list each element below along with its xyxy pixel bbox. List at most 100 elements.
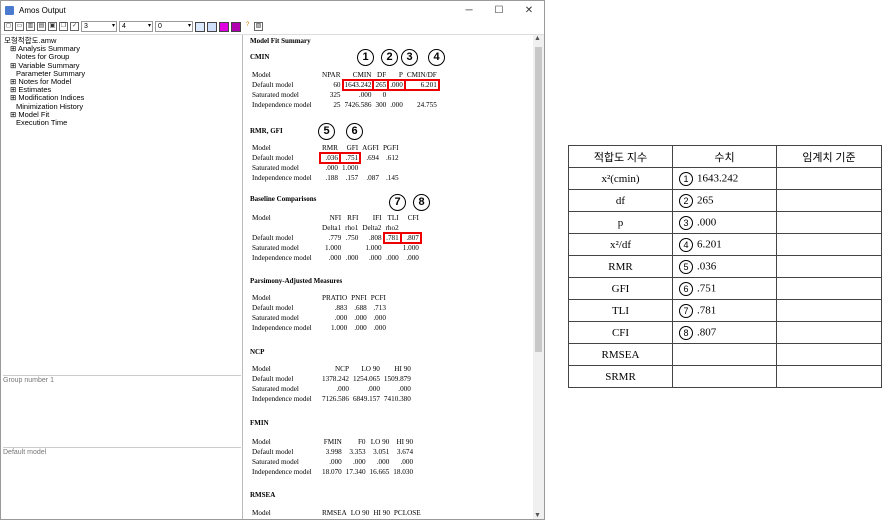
table-cell: .145	[385, 174, 399, 182]
table-cell: LO 90	[350, 509, 370, 517]
table-row: Model RMSEA LO 90 HI 90 PCLOSE	[250, 508, 423, 518]
table-view-icon[interactable]	[195, 21, 205, 32]
table-cell: 7426.586	[344, 101, 372, 109]
table-cell: HI 90	[396, 438, 414, 446]
table-cell: IFI	[372, 214, 382, 222]
table-cell: rho2	[385, 224, 399, 232]
table-cell: Independence model	[252, 174, 312, 182]
table-cell	[776, 233, 882, 256]
scroll-thumb[interactable]	[535, 47, 542, 352]
table-cell: P	[398, 71, 403, 79]
table-cell: LO 90	[361, 365, 380, 373]
table-row: Default model 60 1643.242 265.000 6.201	[250, 79, 440, 91]
table-row: Independence model 1.000 .000 .000	[250, 323, 388, 333]
table-cell: 3.051	[373, 448, 390, 456]
table-cell: CFI	[568, 321, 673, 344]
ncp-heading: NCP	[250, 348, 265, 356]
print-icon[interactable]: ▭	[15, 22, 24, 31]
table-cell: 1254.065	[352, 375, 380, 383]
scroll-up-icon[interactable]: ▲	[534, 35, 541, 42]
table-cell: Saturated model	[252, 164, 299, 172]
output-scrollbar[interactable]: ▲ ▼	[533, 35, 544, 519]
color2-icon[interactable]	[231, 21, 241, 32]
open-icon[interactable]: ▤	[37, 22, 46, 31]
table-row: Default model .036.751 .694 .612	[250, 152, 401, 164]
table-cell: Default model	[252, 304, 294, 312]
table-cell: p	[568, 211, 673, 234]
help-icon[interactable]: ?	[243, 22, 252, 31]
table-cell: Model	[252, 438, 271, 446]
table-cell	[401, 223, 421, 233]
model-pane-label[interactable]: Default model	[3, 447, 241, 456]
spacing-select[interactable]: 0 ▾	[155, 21, 193, 32]
table-cell: 3.353	[349, 448, 366, 456]
summary-row: SRMR	[568, 365, 882, 388]
book-icon[interactable]: ▥	[26, 22, 35, 31]
table-row: Model FMIN F0 LO 90 HI 90	[250, 437, 415, 447]
table-row: Default model .883 .688 .713	[250, 303, 388, 313]
close-button[interactable]: ✕	[514, 5, 544, 16]
table-row: Independence model 7126.586 6849.157 7410.3…	[250, 394, 413, 404]
tli-value: .781	[382, 232, 402, 244]
table-cell: .188	[325, 174, 338, 182]
summary-row: TLI 7 .781	[568, 299, 882, 322]
table-cell: .000	[390, 101, 403, 109]
table-cell: RMSEA	[568, 343, 673, 366]
table-cell	[776, 299, 882, 322]
table-row: Independence model 25 7426.586 300.000 24.75…	[250, 100, 439, 110]
table-cell	[250, 223, 320, 233]
maximize-button[interactable]: ☐	[484, 5, 514, 16]
marker-3: 3	[401, 49, 418, 66]
options-icon[interactable]: ✓	[70, 22, 79, 31]
table-cell: 5 .036	[672, 255, 777, 278]
table-cell: Default model	[252, 81, 294, 89]
minimize-button[interactable]: ─	[454, 5, 484, 16]
table-cell: .000	[373, 314, 386, 322]
table-cell: 6849.157	[352, 395, 380, 403]
table-cell: 8 .807	[672, 321, 777, 344]
table-cell: NPAR	[322, 71, 341, 79]
p-value: .000	[387, 79, 406, 91]
cfi-value: .807	[399, 232, 422, 244]
table-cell	[384, 243, 401, 253]
export-icon[interactable]: ▧	[254, 22, 263, 31]
table-row: Model RMR GFI AGFI PGFI	[250, 143, 401, 153]
group-pane-label[interactable]: Group number 1	[3, 375, 241, 384]
table-row: Saturated model 1.000 1.000 1.000	[250, 243, 421, 253]
table-cell: .000	[354, 314, 367, 322]
tree-item[interactable]: Execution Time	[4, 118, 242, 127]
preview-icon[interactable]: ◻	[4, 22, 13, 31]
summary-row: x²(cmin) 1 1643.242	[568, 167, 882, 190]
table-cell: 1378.242	[322, 375, 349, 383]
table-cell: PNFI	[351, 294, 367, 302]
output-tree: 모형적합도.amw ⊞ Analysis Summary Notes for G…	[1, 35, 242, 127]
summary-row: p 3 .000	[568, 211, 882, 234]
text-view-icon[interactable]	[207, 21, 217, 32]
columns-select[interactable]: 4 ▾	[119, 21, 153, 32]
table-cell: .000	[697, 216, 717, 229]
summary-row: x²/df 4 6.201	[568, 233, 882, 256]
table-cell: .000	[336, 385, 349, 393]
table-cell: .000	[398, 385, 411, 393]
decimals-select[interactable]: 3 ▾	[81, 21, 117, 32]
table-cell: .000	[386, 254, 399, 262]
gfi-value: .751	[338, 152, 362, 164]
table-cell: 6 .751	[672, 277, 777, 300]
fit-index-summary-table: 적합도 지수 수치 임계치 기준 x²(cmin) 1 1643.242 df 2 26…	[568, 145, 882, 388]
table-cell: .000	[368, 254, 382, 262]
table-row: Saturated model .000 1.000	[250, 163, 401, 173]
table-cell: Default model	[252, 375, 294, 383]
color-icon[interactable]	[219, 21, 229, 32]
save-icon[interactable]: ▣	[48, 22, 57, 31]
table-cell: 1643.242	[697, 172, 739, 185]
scroll-down-icon[interactable]: ▼	[534, 512, 541, 519]
table-cell: .157	[345, 174, 359, 182]
summary-row: CFI 8 .807	[568, 321, 882, 344]
toolbar: ◻ ▭ ▥ ▤ ▣ ❐ ✓ 3 ▾ 4 ▾ 0 ▾ ? ▧	[1, 19, 544, 35]
table-cell: Model	[252, 365, 271, 373]
table-cell: 7 .781	[672, 299, 777, 322]
table-row: Saturated model 325 .000 0	[250, 90, 439, 100]
copy-icon[interactable]: ❐	[59, 22, 68, 31]
table-cell: PRATIO	[322, 294, 348, 302]
summary-row: RMR 5 .036	[568, 255, 882, 278]
